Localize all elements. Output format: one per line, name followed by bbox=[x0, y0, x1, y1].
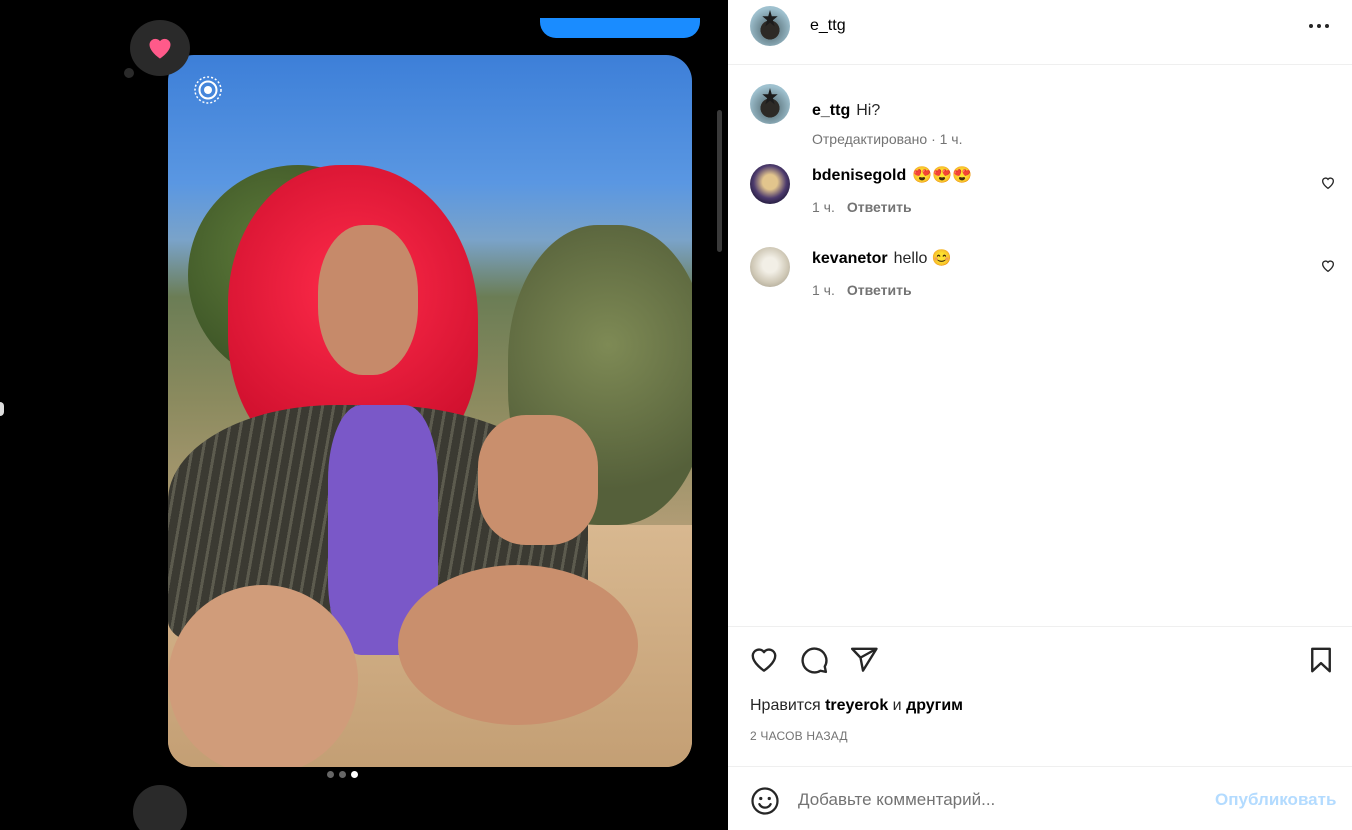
comment-icon[interactable] bbox=[799, 645, 829, 675]
heart-icon bbox=[149, 38, 171, 59]
post-photo[interactable] bbox=[168, 55, 692, 767]
post-header: e_ttg bbox=[728, 0, 1352, 65]
scrollbar[interactable] bbox=[717, 110, 722, 252]
author-avatar[interactable] bbox=[750, 6, 790, 46]
heart-outline-icon[interactable] bbox=[1320, 258, 1336, 274]
emoji-icon[interactable] bbox=[750, 786, 780, 816]
prev-arrow[interactable] bbox=[0, 402, 4, 416]
post-time[interactable]: 2 ЧАСОВ НАЗАД bbox=[750, 729, 848, 743]
carousel-dot bbox=[339, 771, 346, 778]
comment-username[interactable]: kevanetor bbox=[812, 250, 888, 267]
caption-meta: Отредактировано · 1 ч. bbox=[812, 131, 963, 147]
likes-others[interactable]: другим bbox=[906, 697, 963, 714]
photo-face bbox=[318, 225, 418, 375]
bookmark-icon[interactable] bbox=[1306, 645, 1336, 675]
post-sidebar: e_ttg e_ttg Hi? Отредактировано · 1 ч. bd… bbox=[728, 0, 1352, 830]
caption-username[interactable]: e_ttg bbox=[812, 102, 850, 119]
heart-outline-icon[interactable] bbox=[1320, 175, 1336, 191]
comment-composer: Опубликовать bbox=[728, 766, 1352, 830]
like-icon[interactable] bbox=[749, 645, 779, 675]
post-viewer: e_ttg e_ttg Hi? Отредактировано · 1 ч. bd… bbox=[0, 0, 1352, 830]
carousel-dot-active bbox=[351, 771, 358, 778]
avatar[interactable] bbox=[750, 84, 790, 124]
comment-time: 1 ч. bbox=[812, 282, 835, 298]
message-bubble-blue bbox=[540, 18, 700, 38]
likes-summary[interactable]: Нравится treyerok и другим bbox=[750, 697, 963, 715]
comment-text: 😍😍😍 bbox=[912, 167, 972, 184]
avatar[interactable] bbox=[750, 164, 790, 204]
post-media[interactable] bbox=[0, 0, 728, 830]
more-horizontal-icon[interactable] bbox=[1307, 16, 1331, 36]
liker-username[interactable]: treyerok bbox=[825, 697, 888, 714]
live-photo-icon[interactable] bbox=[192, 74, 224, 106]
caption-text: Hi? bbox=[856, 102, 881, 119]
avatar bbox=[133, 785, 187, 830]
carousel-dot bbox=[327, 771, 334, 778]
photo-knee-left bbox=[168, 585, 358, 767]
photo-hand bbox=[478, 415, 598, 545]
comment-username[interactable]: bdenisegold bbox=[812, 167, 906, 184]
share-icon[interactable] bbox=[849, 645, 879, 675]
reply-button[interactable]: Ответить bbox=[847, 282, 912, 298]
avatar[interactable] bbox=[750, 247, 790, 287]
comment-input[interactable] bbox=[798, 785, 1198, 815]
comments-list[interactable]: e_ttg Hi? Отредактировано · 1 ч. bdeniseg… bbox=[728, 66, 1352, 626]
comment-text: hello 😊 bbox=[893, 250, 952, 267]
reply-button[interactable]: Ответить bbox=[847, 199, 912, 215]
author-username[interactable]: e_ttg bbox=[810, 17, 846, 35]
photo-knee-right bbox=[398, 565, 638, 725]
carousel-indicator bbox=[327, 771, 358, 778]
publish-button[interactable]: Опубликовать bbox=[1215, 790, 1336, 810]
heart-reaction-bubble bbox=[124, 20, 190, 78]
post-actions: Нравится treyerok и другим 2 ЧАСОВ НАЗАД bbox=[728, 626, 1352, 766]
comment-time: 1 ч. bbox=[812, 199, 835, 215]
